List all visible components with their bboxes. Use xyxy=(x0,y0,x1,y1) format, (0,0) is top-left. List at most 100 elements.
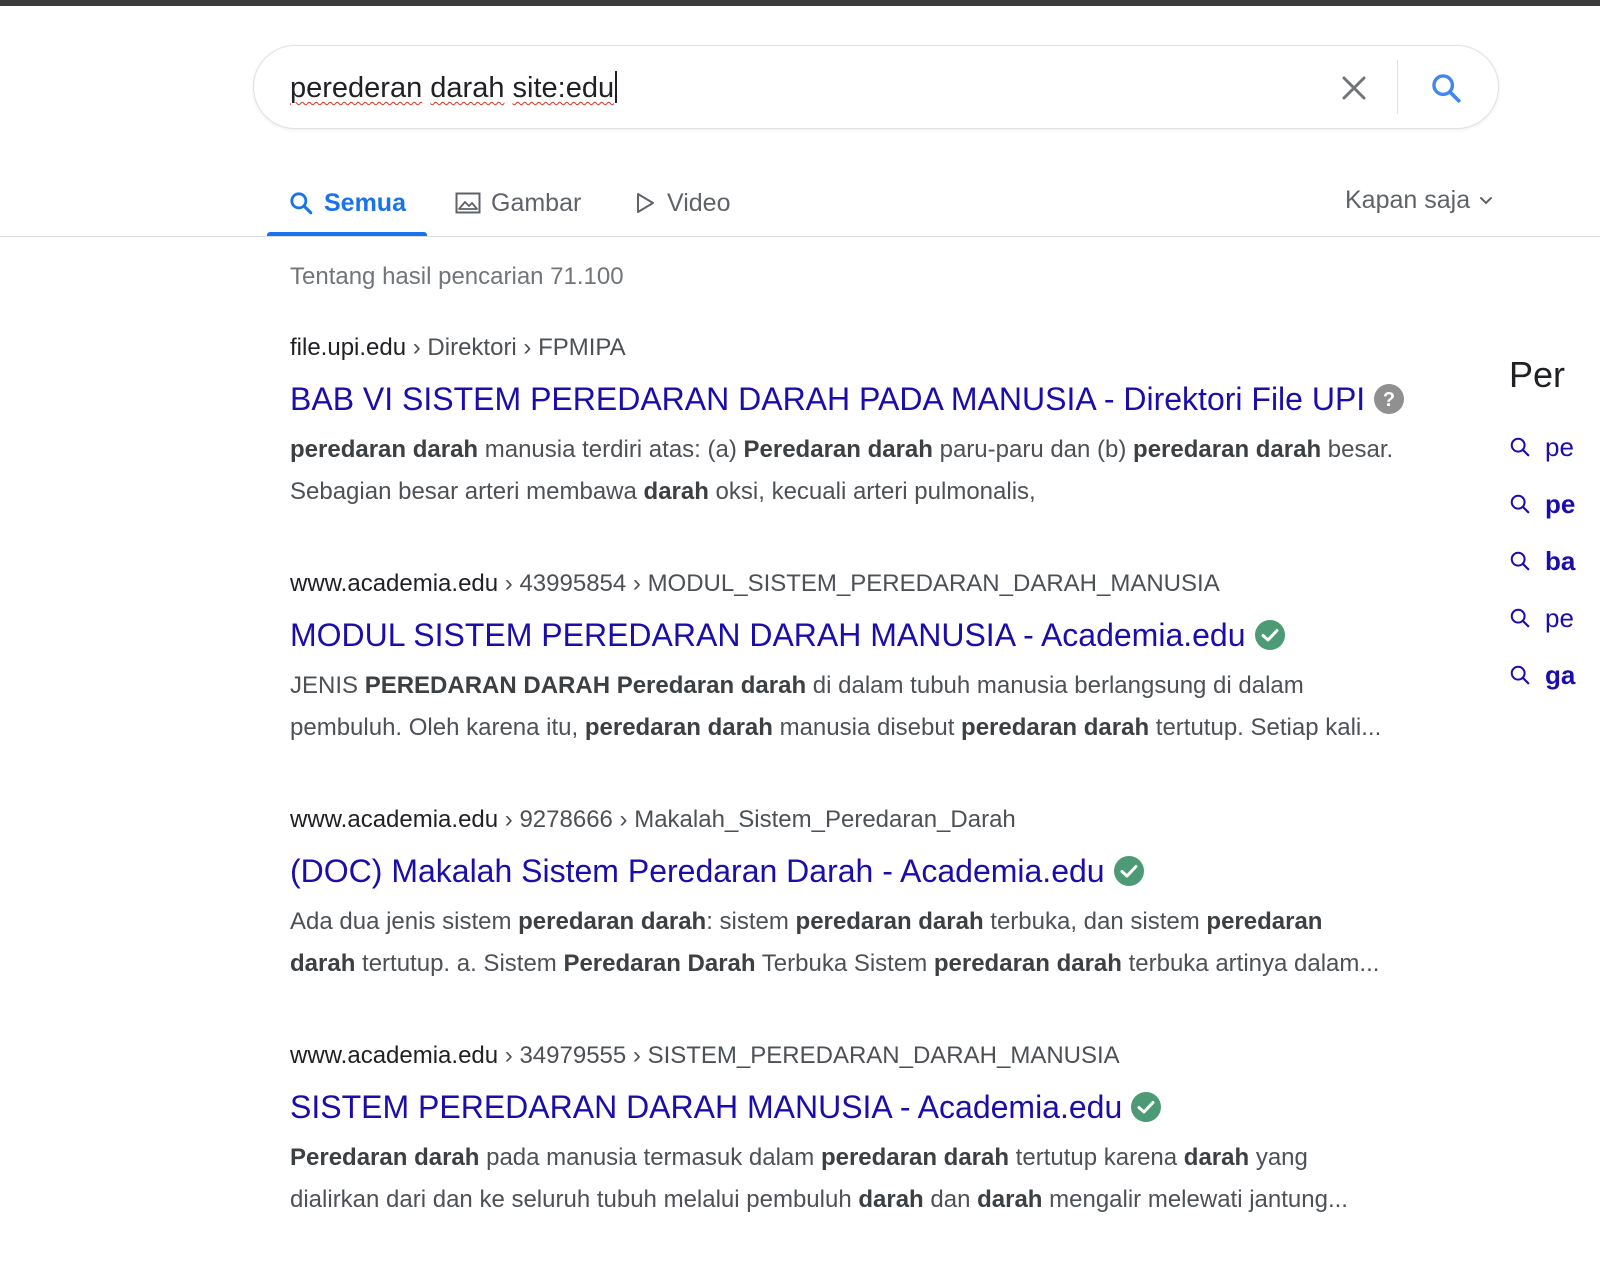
search-box[interactable]: perederan darah site:edu xyxy=(253,45,1499,129)
query-word-misspelled: perederan xyxy=(290,72,423,104)
snippet-line: Ada dua jenis sistem peredaran darah: si… xyxy=(290,901,1475,943)
search-result: www.academia.edu › 34979555 › SISTEM_PER… xyxy=(290,1041,1475,1221)
snippet-text: tertutup. Setiap kali... xyxy=(1149,714,1382,741)
query-word: darah xyxy=(430,72,505,104)
related-search-item[interactable]: ga xyxy=(1509,655,1575,695)
snippet-line: dialirkan dari dan ke seluruh tubuh mela… xyxy=(290,1179,1475,1221)
snippet-highlight: peredaran darah xyxy=(290,436,479,463)
image-icon xyxy=(455,191,481,215)
tab-label: Video xyxy=(667,188,731,217)
related-search-label: pe xyxy=(1545,602,1574,633)
play-icon xyxy=(633,191,657,215)
result-title: MODUL SISTEM PEREDARAN DARAH MANUSIA - A… xyxy=(290,617,1246,653)
snippet-highlight: Peredaran darah xyxy=(290,1144,480,1171)
snippet-line: pembuluh. Oleh karena itu, peredaran dar… xyxy=(290,707,1475,749)
snippet-highlight: PEREDARAN DARAH Peredaran darah xyxy=(364,672,807,699)
snippet-line: peredaran darah manusia terdiri atas: (a… xyxy=(290,429,1475,471)
snippet-text: Ada dua jenis sistem xyxy=(290,908,519,935)
snippet-highlight: Peredaran Darah xyxy=(563,950,756,977)
tab-label: Semua xyxy=(324,188,406,217)
verified-check-icon xyxy=(1113,855,1145,887)
result-site: file.upi.edu xyxy=(290,334,407,361)
search-result: file.upi.edu › Direktori › FPMIPA BAB VI… xyxy=(290,333,1475,513)
snippet-highlight: darah xyxy=(858,1186,924,1213)
snippet-text: tertutup karena xyxy=(1009,1144,1184,1171)
result-site: www.academia.edu xyxy=(290,1042,499,1069)
snippet-line: JENIS PEREDARAN DARAH Peredaran darah di… xyxy=(290,665,1475,707)
tab-label: Gambar xyxy=(491,188,582,217)
verified-check-icon xyxy=(1130,1091,1162,1123)
result-breadcrumb[interactable]: www.academia.edu › 34979555 › SISTEM_PER… xyxy=(290,1041,1475,1071)
snippet-line: Sebagian besar arteri membawa darah oksi… xyxy=(290,471,1475,513)
snippet-text: dan xyxy=(923,1186,978,1213)
related-search-label: ba xyxy=(1545,545,1576,576)
snippet-highlight: peredaran darah xyxy=(518,908,707,935)
tab-images[interactable]: Gambar xyxy=(455,170,581,236)
snippet-text: paru-paru dan (b) xyxy=(932,436,1134,463)
chevron-down-icon xyxy=(1478,192,1494,208)
result-breadcrumb[interactable]: www.academia.edu › 9278666 › Makalah_Sis… xyxy=(290,805,1475,835)
snippet-text: pembuluh. Oleh karena itu, xyxy=(290,714,585,741)
result-title: (DOC) Makalah Sistem Peredaran Darah - A… xyxy=(290,853,1105,889)
snippet-highlight: peredaran xyxy=(1206,908,1323,935)
tab-video[interactable]: Video xyxy=(633,170,731,236)
result-stats: Tentang hasil pencarian 71.100 xyxy=(290,263,624,290)
snippet-highlight: darah xyxy=(977,1186,1043,1213)
related-search-item[interactable]: pe xyxy=(1509,598,1574,638)
help-icon[interactable]: ? xyxy=(1373,383,1405,415)
result-title: BAB VI SISTEM PEREDARAN DARAH PADA MANUS… xyxy=(290,381,1366,417)
close-icon xyxy=(1342,76,1366,100)
snippet-line: Peredaran darah pada manusia termasuk da… xyxy=(290,1137,1475,1179)
related-search-label: pe xyxy=(1545,488,1576,519)
snippet-text: besar. xyxy=(1321,436,1394,463)
result-site: www.academia.edu xyxy=(290,570,499,597)
snippet-text: dialirkan dari dan ke seluruh tubuh mela… xyxy=(290,1186,859,1213)
result-title-link[interactable]: MODUL SISTEM PEREDARAN DARAH MANUSIA - A… xyxy=(290,615,1475,655)
related-search-item[interactable]: ba xyxy=(1509,541,1575,581)
snippet-highlight: darah xyxy=(1183,1144,1250,1171)
search-input[interactable]: perederan darah site:edu xyxy=(290,70,618,106)
snippet-highlight: peredaran darah xyxy=(1133,436,1322,463)
result-title-link[interactable]: SISTEM PEREDARAN DARAH MANUSIA - Academi… xyxy=(290,1087,1475,1127)
search-icon xyxy=(1510,494,1530,514)
snippet-text: manusia disebut xyxy=(772,714,962,741)
related-search-label: ga xyxy=(1545,659,1576,690)
search-box-divider xyxy=(1397,60,1398,114)
result-snippet: JENIS PEREDARAN DARAH Peredaran darah di… xyxy=(290,665,1475,749)
time-filter-dropdown[interactable]: Kapan saja xyxy=(1345,170,1494,230)
svg-text:?: ? xyxy=(1383,389,1395,411)
search-result: www.academia.edu › 43995854 › MODUL_SIST… xyxy=(290,569,1475,749)
text-caret xyxy=(615,71,618,103)
result-breadcrumb[interactable]: www.academia.edu › 43995854 › MODUL_SIST… xyxy=(290,569,1475,599)
result-title-link[interactable]: (DOC) Makalah Sistem Peredaran Darah - A… xyxy=(290,851,1475,891)
related-search-item[interactable]: pe xyxy=(1509,427,1574,467)
snippet-text: terbuka artinya dalam... xyxy=(1121,950,1380,977)
snippet-highlight: peredaran darah xyxy=(961,714,1150,741)
time-filter-label: Kapan saja xyxy=(1345,185,1471,214)
result-title-link[interactable]: BAB VI SISTEM PEREDARAN DARAH PADA MANUS… xyxy=(290,379,1475,419)
window-top-border xyxy=(0,0,1600,6)
related-searches-heading: Per xyxy=(1509,354,1566,395)
tabs-divider xyxy=(0,236,1600,237)
related-search-label: pe xyxy=(1545,431,1574,462)
tab-all[interactable]: Semua xyxy=(267,170,427,236)
result-site: www.academia.edu xyxy=(290,806,499,833)
search-button[interactable] xyxy=(1424,66,1468,110)
clear-search-button[interactable] xyxy=(1332,66,1376,110)
result-path: › 9278666 › Makalah_Sistem_Peredaran_Dar… xyxy=(498,806,1016,833)
snippet-text: Sebagian besar arteri membawa xyxy=(290,478,644,505)
snippet-highlight: peredaran darah xyxy=(933,950,1122,977)
result-snippet: Peredaran darah pada manusia termasuk da… xyxy=(290,1137,1475,1221)
result-breadcrumb[interactable]: file.upi.edu › Direktori › FPMIPA xyxy=(290,333,1475,363)
snippet-text: yang xyxy=(1249,1144,1308,1171)
result-title: SISTEM PEREDARAN DARAH MANUSIA - Academi… xyxy=(290,1089,1123,1125)
snippet-highlight: peredaran darah xyxy=(820,1144,1010,1171)
search-result: www.academia.edu › 9278666 › Makalah_Sis… xyxy=(290,805,1475,985)
result-path: › 34979555 › SISTEM_PEREDARAN_DARAH_MANU… xyxy=(498,1042,1120,1069)
related-search-item[interactable]: pe xyxy=(1509,484,1575,524)
snippet-highlight: darah xyxy=(643,478,709,505)
verified-check-icon xyxy=(1254,619,1286,651)
result-path: › Direktori › FPMIPA xyxy=(406,334,626,361)
snippet-text: oksi, kecuali arteri pulmonalis, xyxy=(708,478,1036,505)
snippet-text: terbuka, dan sistem xyxy=(983,908,1207,935)
